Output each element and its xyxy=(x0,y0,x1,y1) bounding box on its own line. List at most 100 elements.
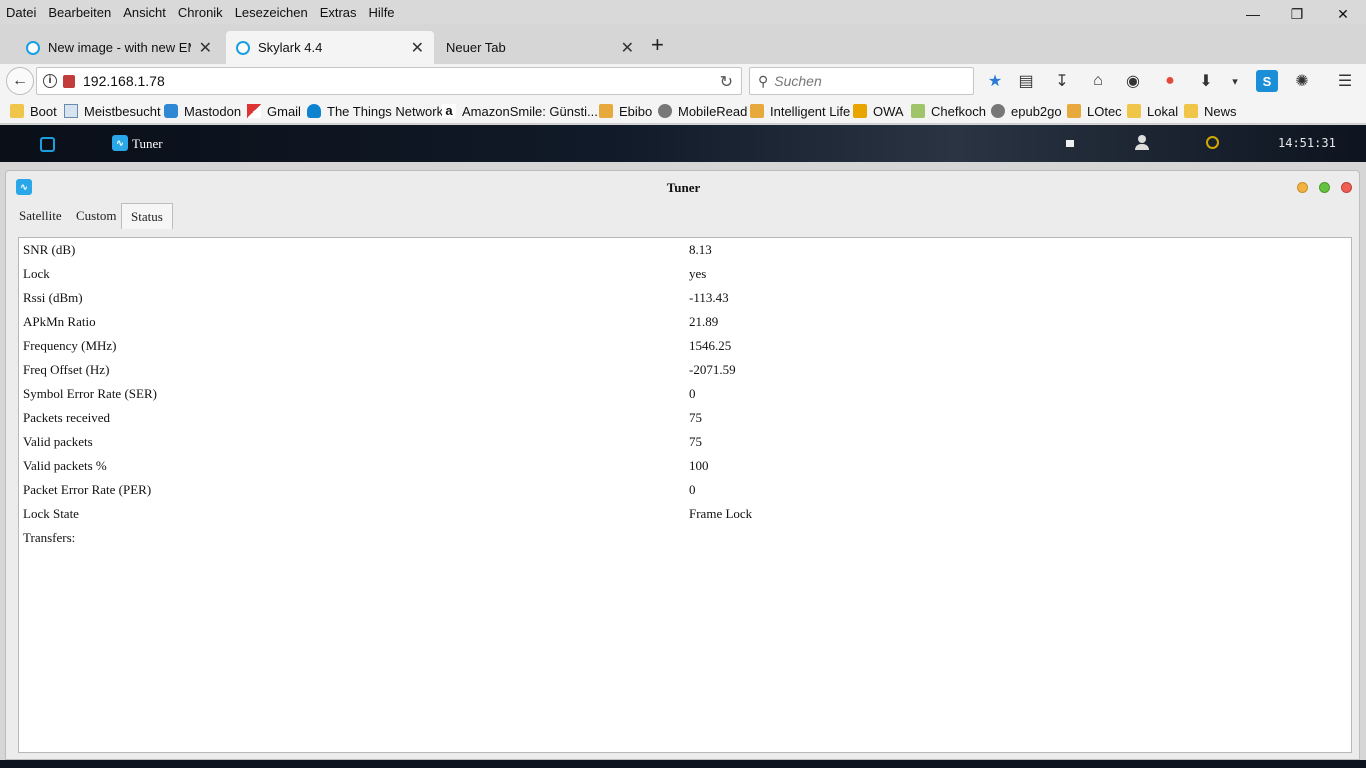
status-label: Valid packets xyxy=(23,434,93,449)
tab-close-icon[interactable]: ✕ xyxy=(411,38,424,58)
dropdown-arrow-icon[interactable]: ▾ xyxy=(1224,70,1246,92)
menu-lesezeichen[interactable]: Lesezeichen xyxy=(229,5,314,20)
skype-icon[interactable]: S xyxy=(1256,70,1278,92)
amazon-icon: a xyxy=(442,104,456,118)
menu-hilfe[interactable]: Hilfe xyxy=(363,5,401,20)
page-icon xyxy=(64,104,78,118)
bookmark-boot[interactable]: Boot xyxy=(10,102,57,120)
tools-icon[interactable]: ✺ xyxy=(1291,70,1313,92)
browser-tab-neuer-tab[interactable]: Neuer Tab ✕ xyxy=(436,31,644,64)
download-icon[interactable]: ↧ xyxy=(1051,70,1073,92)
folder-icon xyxy=(1184,104,1198,118)
status-label: Packets received xyxy=(23,410,110,425)
status-value: 0 xyxy=(689,386,696,401)
url-text[interactable]: 192.168.1.78 xyxy=(83,73,165,89)
bookmark-mastodon[interactable]: Mastodon xyxy=(164,102,241,120)
tuner-app-icon[interactable]: ∿ xyxy=(112,135,128,151)
bookmark-owa[interactable]: OWA xyxy=(853,102,904,120)
minimize-window-button[interactable]: — xyxy=(1230,0,1276,28)
skylark-favicon-icon xyxy=(236,40,250,55)
hamburger-menu-icon[interactable]: ☰ xyxy=(1334,70,1356,92)
minimize-dot-button[interactable] xyxy=(1297,182,1308,193)
bookmark-label: Meistbesucht xyxy=(84,103,161,119)
clock: 14:51:31 xyxy=(1278,136,1336,150)
info-icon[interactable]: i xyxy=(43,74,57,88)
menu-bar: Datei Bearbeiten Ansicht Chronik Lesezei… xyxy=(0,0,1366,24)
reader-list-icon[interactable]: ▤ xyxy=(1015,70,1037,92)
status-label: Transfers: xyxy=(23,530,76,545)
bookmark-star-icon[interactable]: ★ xyxy=(984,70,1006,92)
bookmark-news[interactable]: News xyxy=(1184,102,1237,120)
bookmark-epub2go[interactable]: epub2go xyxy=(991,102,1062,120)
status-label: Symbol Error Rate (SER) xyxy=(23,386,157,401)
bookmark-label: Chefkoch xyxy=(931,103,986,119)
bookmark-the-things-network[interactable]: The Things Network xyxy=(307,102,443,120)
desktop-background-strip xyxy=(0,760,1366,768)
bookmark-mobileread[interactable]: MobileRead xyxy=(658,102,747,120)
tab-custom[interactable]: Custom xyxy=(67,203,125,229)
extension-color-icon[interactable]: ● xyxy=(1159,70,1181,92)
menu-extras[interactable]: Extras xyxy=(314,5,363,20)
status-value: 21.89 xyxy=(689,314,719,329)
status-label: Frequency (MHz) xyxy=(23,338,117,353)
bookmark-label: Ebibo xyxy=(619,103,653,119)
status-value: -2071.59 xyxy=(689,362,736,377)
maximize-dot-button[interactable] xyxy=(1319,182,1330,193)
menu-ansicht[interactable]: Ansicht xyxy=(117,5,172,20)
menu-bearbeiten[interactable]: Bearbeiten xyxy=(42,5,117,20)
bookmark-label: Gmail xyxy=(267,103,301,119)
bookmark-lokal[interactable]: Lokal xyxy=(1127,102,1178,120)
bookmark-intelligent-life[interactable]: Intelligent Life xyxy=(750,102,850,120)
search-field[interactable]: ⚲ Suchen xyxy=(749,67,974,95)
rss-icon xyxy=(1067,104,1081,118)
home-icon[interactable]: ⌂ xyxy=(1087,70,1109,92)
user-icon[interactable] xyxy=(1135,135,1149,151)
folder-icon xyxy=(10,104,24,118)
tab-satellite[interactable]: Satellite xyxy=(10,203,71,229)
status-panel: SNR (dB) 8.13 Lock yes Rssi (dBm) -113.43 A… xyxy=(18,237,1352,753)
globe-icon xyxy=(658,104,672,118)
bookmark-lotec[interactable]: LOtec xyxy=(1067,102,1122,120)
bookmark-ebibo[interactable]: Ebibo xyxy=(599,102,652,120)
window-list-icon[interactable] xyxy=(1066,140,1074,147)
back-button[interactable]: ← xyxy=(6,67,34,95)
pocket-icon[interactable]: ◉ xyxy=(1122,70,1144,92)
tuner-taskbar-label[interactable]: Tuner xyxy=(132,136,163,152)
status-label: APkMn Ratio xyxy=(23,314,96,329)
browser-tab-new-image[interactable]: New image - with new EMEA ✕ xyxy=(16,31,222,64)
reload-icon[interactable]: ↻ xyxy=(720,72,733,92)
bookmark-label: Boot xyxy=(30,103,57,119)
url-bar[interactable]: i 192.168.1.78 ↻ xyxy=(36,67,742,95)
restore-icon: ❐ xyxy=(1290,5,1304,22)
mastodon-icon xyxy=(164,104,178,118)
close-dot-button[interactable] xyxy=(1341,182,1352,193)
close-window-button[interactable]: ✕ xyxy=(1320,0,1366,28)
status-value: 100 xyxy=(689,458,709,473)
bookmark-label: LOtec xyxy=(1087,103,1122,119)
tab-status[interactable]: Status xyxy=(121,203,173,229)
tab-close-icon[interactable]: ✕ xyxy=(621,38,634,58)
status-value: 1546.25 xyxy=(689,338,732,353)
app-search-icon[interactable] xyxy=(1206,136,1219,149)
skylark-logo-icon[interactable] xyxy=(40,137,55,152)
restore-window-button[interactable]: ❐ xyxy=(1274,0,1320,28)
bookmark-label: News xyxy=(1204,103,1237,119)
menu-chronik[interactable]: Chronik xyxy=(172,5,229,20)
bookmark-meistbesucht[interactable]: Meistbesucht xyxy=(64,102,161,120)
status-label: SNR (dB) xyxy=(23,242,76,257)
new-tab-plus-icon[interactable]: + xyxy=(651,34,664,56)
status-value: 0 xyxy=(689,482,696,497)
bookmark-gmail[interactable]: Gmail xyxy=(247,102,301,120)
rss-icon xyxy=(599,104,613,118)
folder-icon xyxy=(1127,104,1141,118)
bookmark-chefkoch[interactable]: Chefkoch xyxy=(911,102,986,120)
bookmark-amazonsmile[interactable]: a AmazonSmile: Günsti... xyxy=(442,102,598,120)
menu-datei[interactable]: Datei xyxy=(0,5,42,20)
status-label: Freq Offset (Hz) xyxy=(23,362,110,377)
tab-close-icon[interactable]: ✕ xyxy=(199,38,212,58)
status-value: 75 xyxy=(689,434,702,449)
browser-tab-skylark[interactable]: Skylark 4.4 ✕ xyxy=(226,31,434,64)
download-manager-icon[interactable]: ⬇ xyxy=(1195,70,1217,92)
insecure-lock-icon[interactable] xyxy=(63,74,75,88)
status-label: Packet Error Rate (PER) xyxy=(23,482,152,497)
